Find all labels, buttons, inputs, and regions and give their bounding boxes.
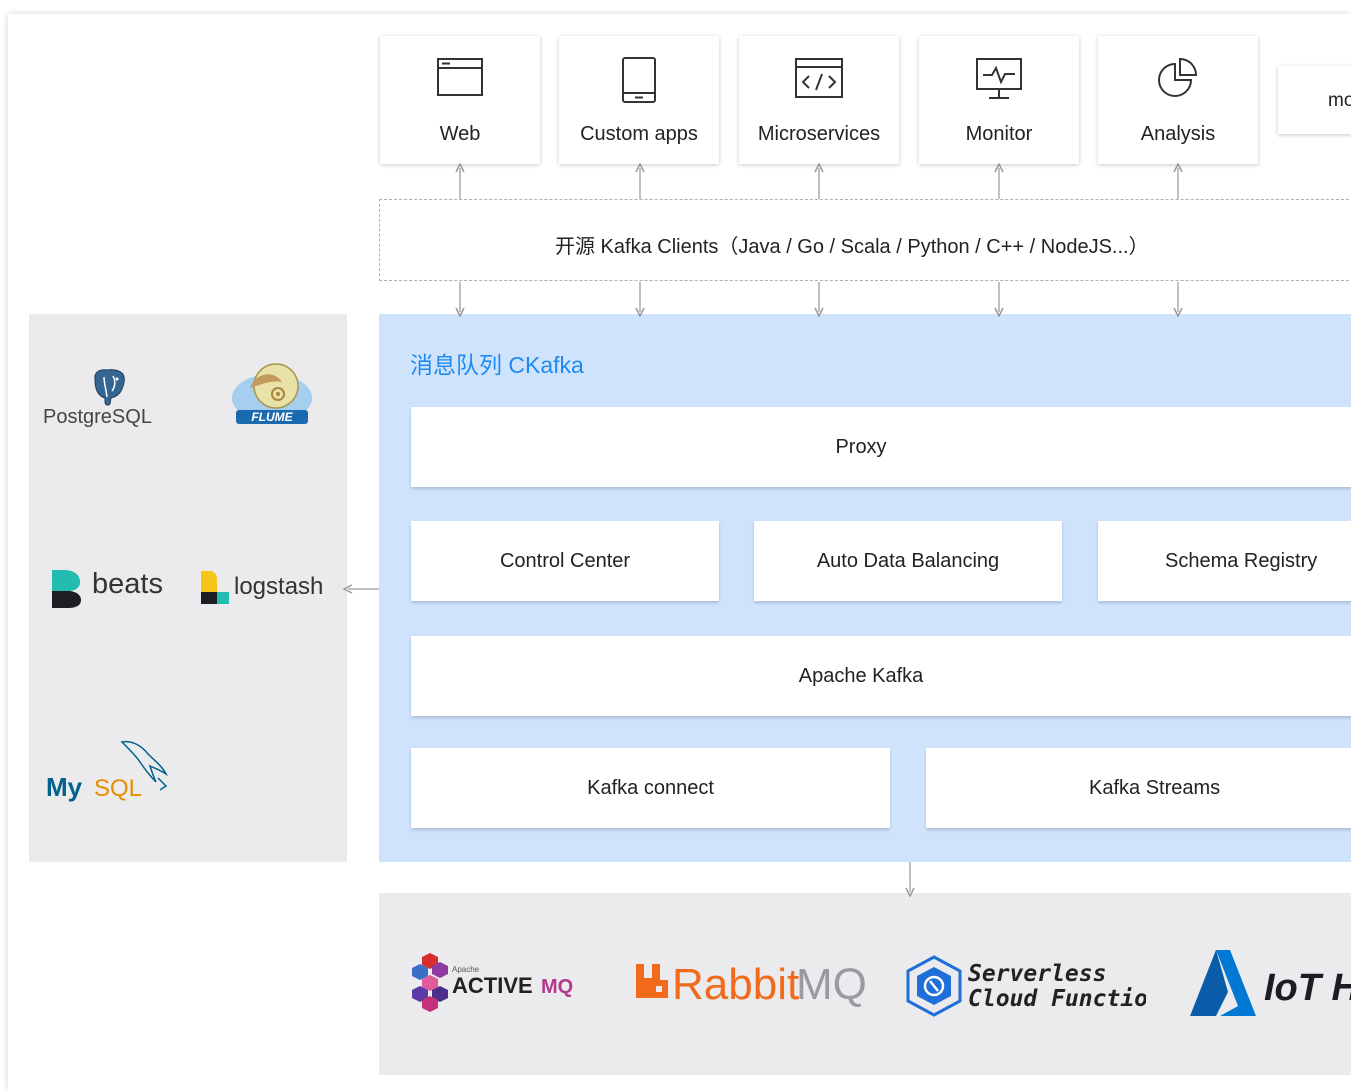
connector-arrows [0, 0, 1351, 1091]
